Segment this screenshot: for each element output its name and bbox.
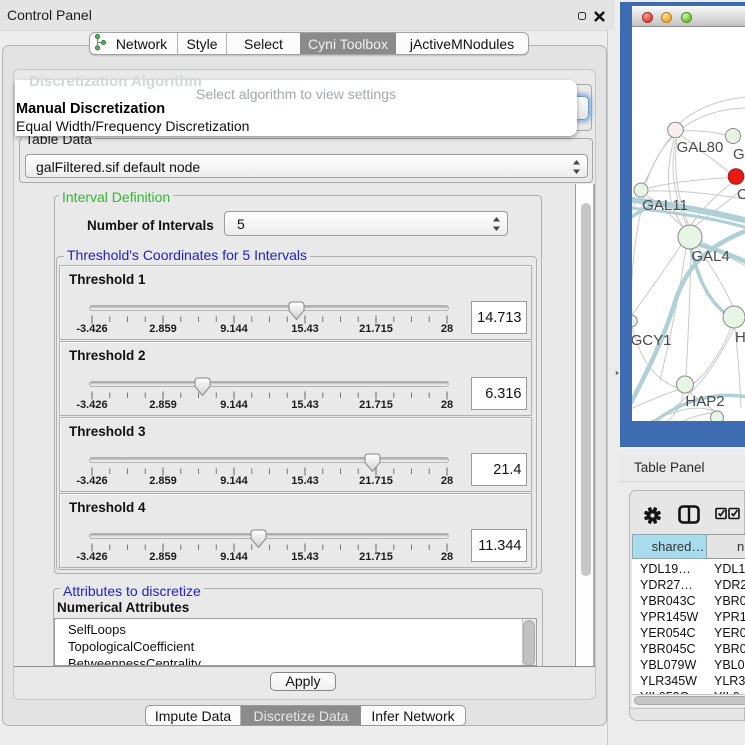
svg-text:GAL: GAL [733,146,745,163]
svg-text:H: H [735,329,745,346]
svg-text:GAL80: GAL80 [677,139,724,156]
svg-text:GCY1: GCY1 [632,332,671,349]
svg-text:HAP2: HAP2 [685,393,724,410]
svg-text:C: C [737,186,745,203]
svg-text:GAL4: GAL4 [691,248,729,265]
svg-text:GAL11: GAL11 [642,197,688,214]
